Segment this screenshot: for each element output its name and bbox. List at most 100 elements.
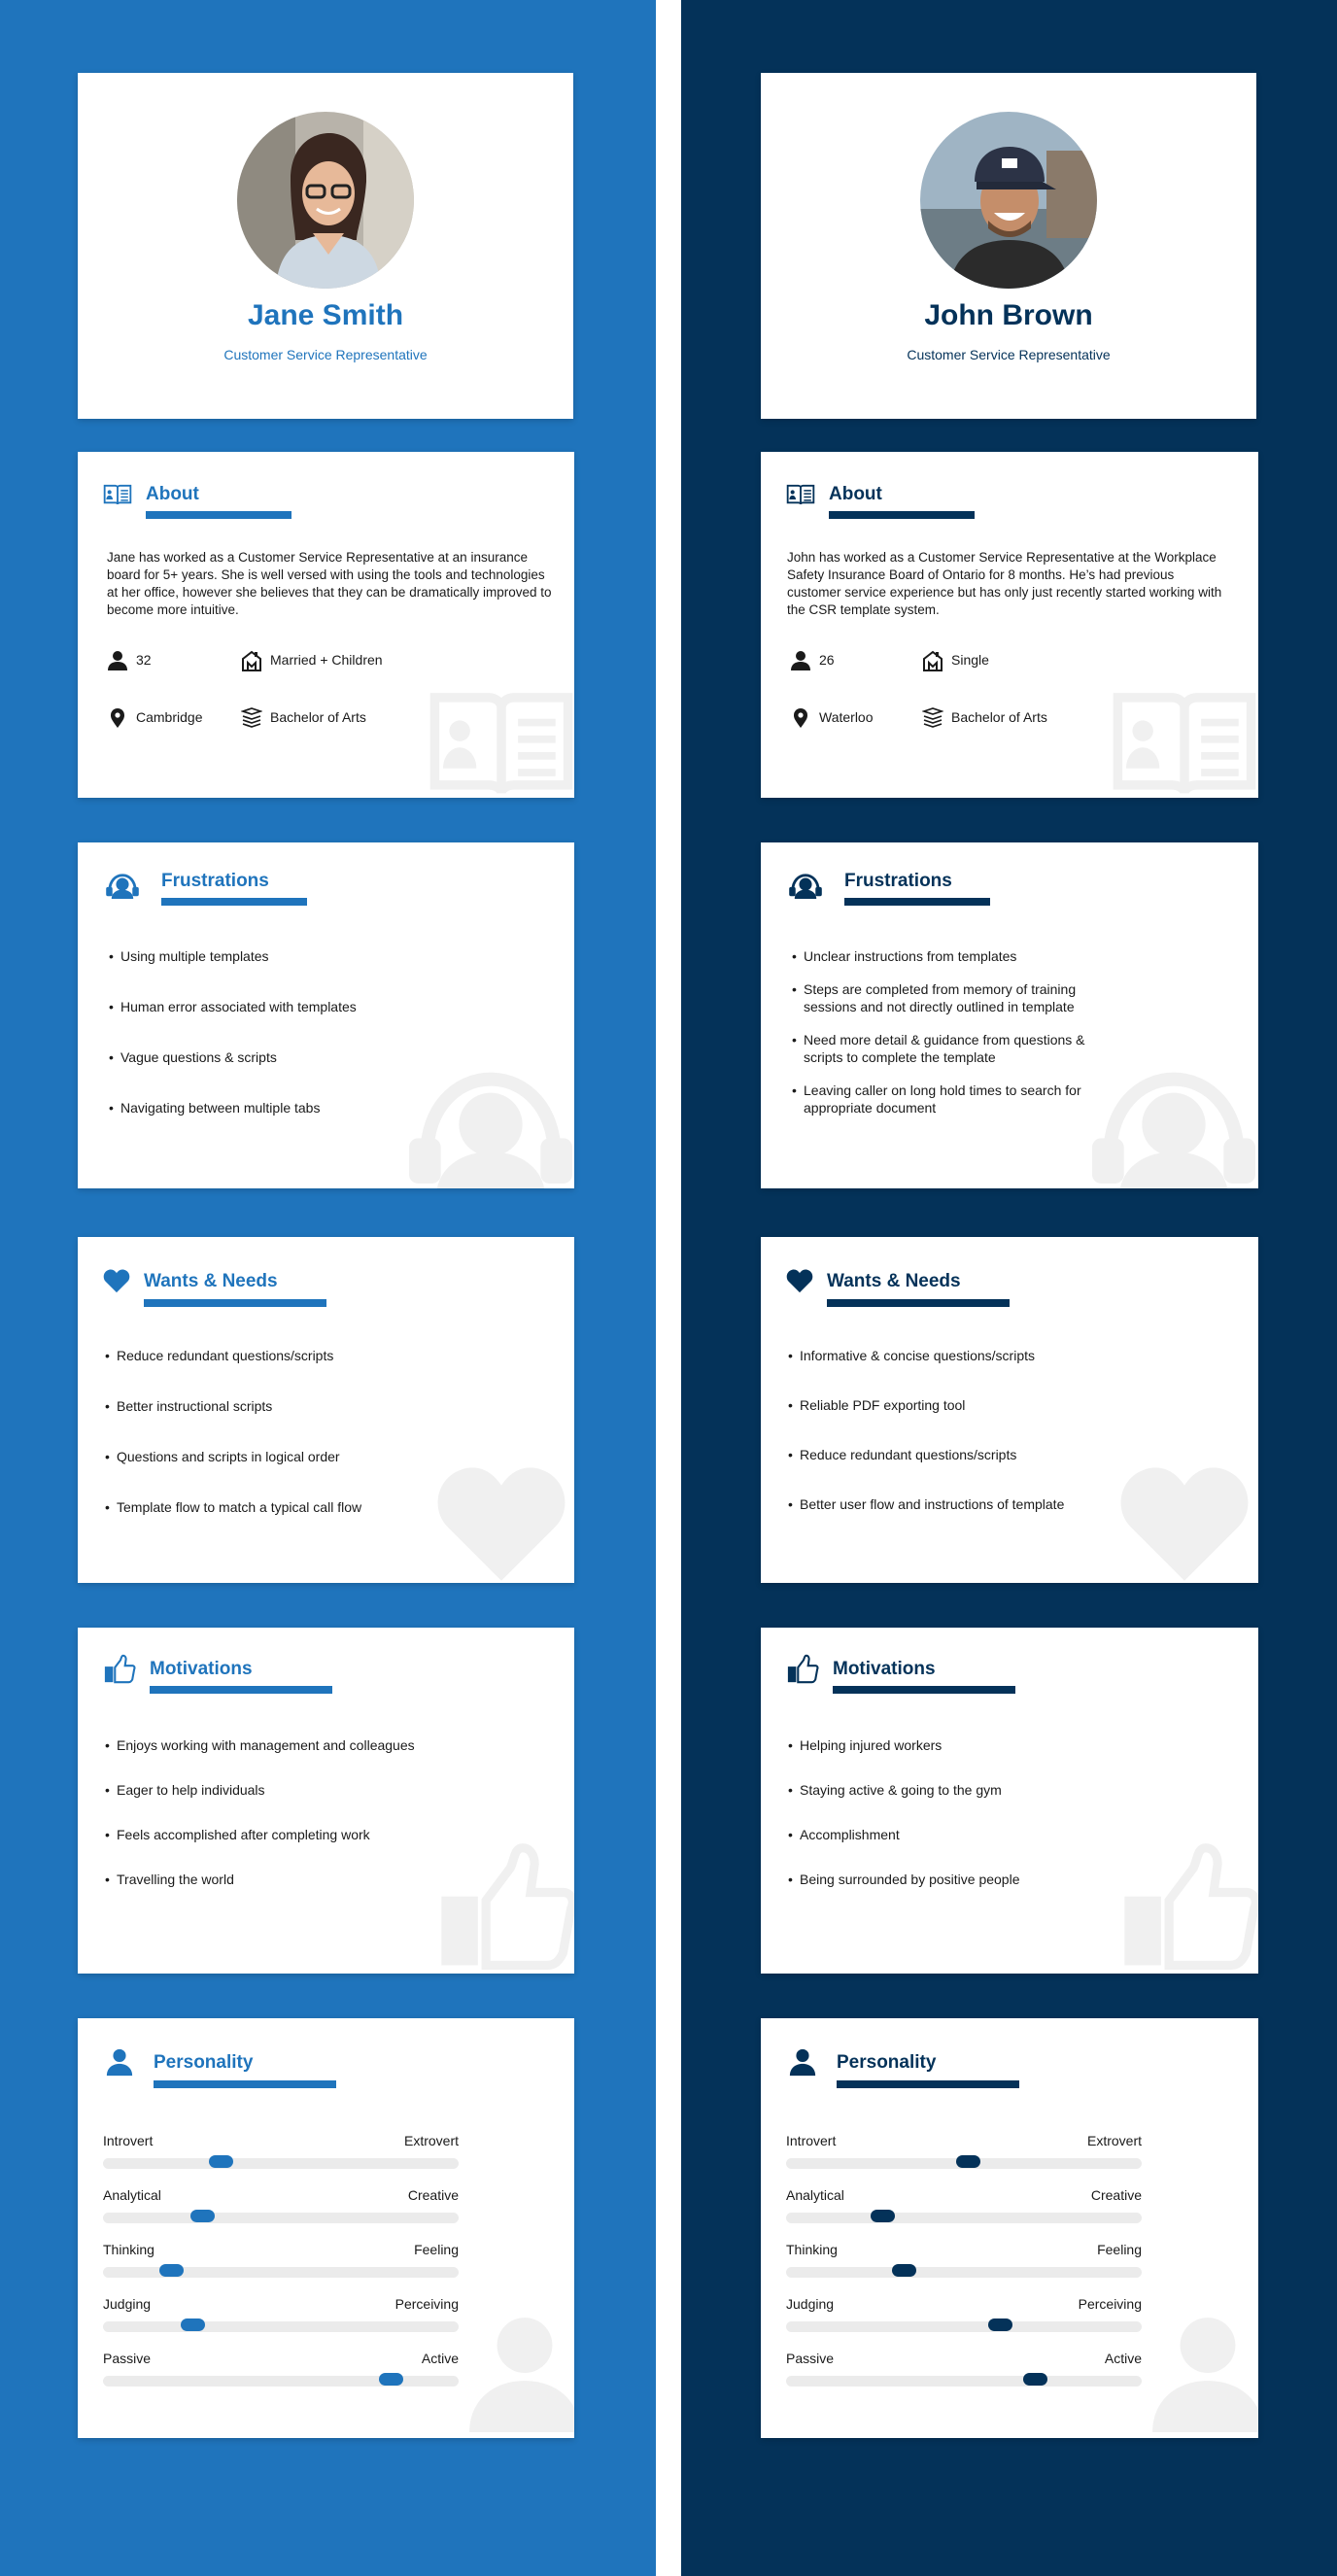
trait-knob [891,2264,916,2277]
persona-column-jane: Jane Smith Customer Service Representati… [0,0,656,2576]
trait-right-label: Perceiving [394,2296,459,2312]
family-fact: Married + Children [241,648,383,671]
person-icon [105,2047,134,2077]
books-icon [241,707,262,729]
book-watermark-icon [420,685,574,798]
list-item: Leaving caller on long hold times to sea… [790,1082,1122,1116]
persona-name: Jane Smith [247,299,404,331]
list-item: Better instructional scripts [103,1397,467,1415]
list-item: Helping injured workers [786,1736,1151,1754]
person-icon [788,2047,817,2077]
book-icon [786,483,815,506]
trait-knob [1023,2373,1048,2386]
heart-icon [103,1268,130,1293]
avatar [237,112,414,289]
trait-left-label: Analytical [103,2187,161,2203]
trait-left-label: Introvert [103,2133,154,2148]
persona-role: Customer Service Representative [907,347,1111,362]
section-title: Personality [837,2052,937,2073]
trait-track [786,2321,1142,2332]
house-icon [922,650,943,671]
motivations-card: Motivations Helping injured workers Stayi… [761,1628,1258,1974]
list-item: Informative & concise questions/scripts [786,1347,1151,1364]
trait-row: Passive Active [103,2351,459,2393]
trait-right-label: Perceiving [1078,2296,1142,2312]
family-fact: Single [922,648,989,671]
trait-right-label: Feeling [1097,2242,1142,2257]
section-title: Wants & Needs [144,1271,278,1291]
trait-row: Introvert Extrovert [103,2133,459,2176]
list-item: Template flow to match a typical call fl… [103,1498,467,1516]
trait-track [786,2267,1142,2278]
personality-card: Personality Introvert Extrovert Analytical… [761,2018,1258,2438]
trait-track [103,2158,459,2169]
trait-row: Introvert Extrovert [786,2133,1142,2176]
trait-left-label: Passive [103,2351,152,2366]
trait-knob [208,2155,233,2168]
headset-icon [786,872,825,899]
about-text: John has worked as a Customer Service Re… [787,550,1222,617]
list-item: Eager to help individuals [103,1781,467,1799]
frustrations-card: Frustrations Unclear instructions from t… [761,842,1258,1188]
section-title: Frustrations [161,871,269,891]
person-watermark-icon [462,2300,574,2438]
trait-left-label: Thinking [786,2242,838,2257]
list-item: Questions and scripts in logical order [103,1448,467,1465]
pin-icon [790,707,811,729]
title-underline [146,511,291,519]
about-card: About John has worked as a Customer Serv… [761,452,1258,798]
trait-knob [158,2264,184,2277]
section-title: Motivations [150,1659,253,1679]
age-fact: 26 [790,648,835,671]
list-item: Travelling the world [103,1871,467,1888]
trait-track [103,2213,459,2223]
trait-row: Passive Active [786,2351,1142,2393]
trait-right-label: Active [421,2351,459,2366]
frustrations-card: Frustrations Using multiple templates Hum… [78,842,574,1188]
trait-row: Thinking Feeling [786,2242,1142,2284]
title-underline [150,1686,332,1694]
section-title: Wants & Needs [827,1271,961,1291]
thumbs-up-icon [103,1653,136,1684]
trait-row: Thinking Feeling [103,2242,459,2284]
trait-row: Judging Perceiving [786,2296,1142,2339]
title-underline [837,2080,1019,2088]
pin-icon [107,707,128,729]
motivations-card: Motivations Enjoys working with manageme… [78,1628,574,1974]
list-item: Accomplishment [786,1826,1151,1843]
list-item: Navigating between multiple tabs [107,1099,467,1116]
trait-right-label: Extrovert [403,2133,459,2148]
trait-right-label: Creative [1090,2187,1142,2203]
about-card: About Jane has worked as a Customer Serv… [78,452,574,798]
list-item: Vague questions & scripts [107,1048,467,1066]
about-text: Jane has worked as a Customer Service Re… [107,550,552,617]
title-underline [161,898,307,906]
thumbs-up-icon [786,1653,819,1684]
list-item: Enjoys working with management and colle… [103,1736,467,1754]
trait-left-label: Analytical [786,2187,844,2203]
list-item: Better user flow and instructions of tem… [786,1495,1151,1513]
list-item: Human error associated with templates [107,998,467,1015]
trait-right-label: Extrovert [1086,2133,1142,2148]
trait-right-label: Active [1104,2351,1142,2366]
trait-row: Analytical Creative [103,2187,459,2230]
trait-left-label: Thinking [103,2242,154,2257]
title-underline [833,1686,1015,1694]
persona-column-john: John Brown Customer Service Representati… [681,0,1337,2576]
trait-knob [870,2210,895,2222]
list-item: Reliable PDF exporting tool [786,1396,1151,1414]
wants-card: Wants & Needs Informative & concise ques… [761,1237,1258,1583]
frustrations-list: Using multiple templates Human error asso… [107,947,467,1150]
trait-knob [190,2210,216,2222]
trait-left-label: Judging [103,2296,152,2312]
section-title: Motivations [833,1659,936,1679]
persona-role: Customer Service Representative [223,347,428,362]
trait-track [786,2376,1142,2387]
trait-knob [987,2318,1012,2331]
trait-track [103,2267,459,2278]
title-underline [844,898,990,906]
trait-left-label: Introvert [786,2133,837,2148]
trait-left-label: Passive [786,2351,835,2366]
heart-icon [786,1268,813,1293]
wants-list: Reduce redundant questions/scripts Better… [103,1347,467,1549]
